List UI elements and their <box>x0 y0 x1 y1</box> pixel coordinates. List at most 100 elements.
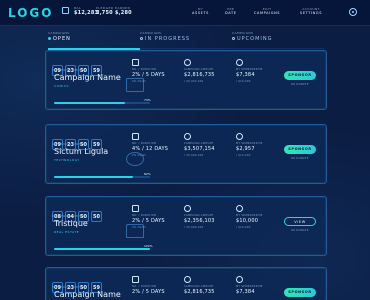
trend-icon <box>132 205 139 212</box>
campaign-progress <box>54 102 150 104</box>
campaign-category: TECHNOLOGY <box>54 158 80 162</box>
nav-account-settings[interactable]: ACCOUNT SETTINGS <box>300 7 322 15</box>
tab-upcoming-small: CAMPAIGNS <box>232 31 254 35</box>
campaign-name[interactable]: Tristique <box>54 219 88 228</box>
metric-my-sponsorship-sub: / $10,000 <box>236 154 251 157</box>
tab-upcoming-underline <box>232 48 324 49</box>
metric-my-sponsorship-label: MY SPONSORSHIP <box>236 285 263 288</box>
metric-my-sponsorship-value: $2,957 <box>236 146 255 152</box>
dollar-icon <box>184 59 191 66</box>
donate-link[interactable]: OR DONATE <box>291 229 309 232</box>
nav-edit-campaigns-value: CAMPAIGNS <box>254 11 281 15</box>
metric-campaign-amount-label: CAMPAIGN AMOUNT <box>184 214 214 217</box>
sponsor-button[interactable]: SPONSOR <box>284 288 316 297</box>
trend-icon <box>132 133 139 140</box>
metric-my-sponsorship-sub: / $10,000 <box>236 226 251 229</box>
nav-my-assets-value: ASSETS <box>192 11 210 15</box>
metric-campaign-amount: CAMPAIGN AMOUNT $3,507,154 / $5,000,000 <box>184 133 232 157</box>
campaign-category: COMICS <box>54 84 69 88</box>
trend-icon <box>132 59 139 66</box>
gear-icon[interactable] <box>349 8 357 16</box>
campaign-name[interactable]: Sictum Ligula <box>54 147 108 156</box>
logo[interactable]: LOGO <box>8 6 53 20</box>
metric-my-sponsorship-label: MY SPONSORSHIP <box>236 214 263 217</box>
metric-campaign-amount-label: CAMPAIGN AMOUNT <box>184 285 214 288</box>
campaign-tabs: CAMPAIGNS OPEN CAMPAIGNS IN PROGRESS CAM… <box>48 31 324 50</box>
metric-campaign-amount-label: CAMPAIGN AMOUNT <box>184 68 214 71</box>
metric-duration: NO. / DURATION 2% / 5 DAYS 2% DAILY <box>132 205 180 229</box>
tab-in-progress-small: CAMPAIGNS <box>140 31 162 35</box>
progress-percent: 74% <box>144 98 151 102</box>
heart-icon <box>236 59 243 66</box>
metric-campaign-amount-value: $2,356,103 <box>184 218 215 224</box>
tab-in-progress[interactable]: CAMPAIGNS IN PROGRESS <box>140 31 232 49</box>
metric-duration: NO. / DURATION 4% / 12 DAYS 2% DAILY <box>132 133 180 157</box>
metric-campaign-amount: CAMPAIGN AMOUNT $2,816,735 / $5,000,000 <box>184 59 232 83</box>
campaign-progress <box>54 176 150 178</box>
countdown-label: DAYS HOURS MIN SEC <box>52 215 85 218</box>
heart-icon <box>236 276 243 283</box>
metric-my-sponsorship-label: MY SPONSORSHIP <box>236 142 263 145</box>
view-button[interactable]: VIEW <box>284 217 316 226</box>
heart-icon <box>236 133 243 140</box>
dollar-icon <box>184 133 191 140</box>
metric-duration-label: NO. / DURATION <box>132 214 157 217</box>
tab-upcoming[interactable]: CAMPAIGNS UPCOMING <box>232 31 324 49</box>
nav-pre-date[interactable]: PRE DATE <box>225 7 237 15</box>
metric-my-sponsorship-value: $7,384 <box>236 72 255 78</box>
metric-duration-label: NO. / DURATION <box>132 68 157 71</box>
sponsor-button[interactable]: SPONSOR <box>284 71 316 80</box>
metric-duration-sub: 2% DAILY <box>132 154 147 157</box>
campaign-progress <box>54 248 150 250</box>
countdown-label: DAYS HOURS MIN SEC <box>52 286 85 289</box>
earned-stat: EARNED $,280 <box>115 6 132 16</box>
campaign-name[interactable]: Campaign Name <box>54 290 121 299</box>
metric-duration-value: 4% / 12 DAYS <box>132 146 169 152</box>
campaign-category: REAL ESTATE <box>54 230 80 234</box>
progress-percent: 102% <box>144 244 153 248</box>
progress-percent: 82% <box>144 172 151 176</box>
progress-fill <box>54 102 126 104</box>
tab-open-small: CAMPAIGNS <box>48 31 70 35</box>
metric-duration-sub: 2% DAILY <box>132 80 147 83</box>
metric-campaign-amount-value: $2,816,735 <box>184 72 215 78</box>
donate-link[interactable]: OR DONATE <box>291 83 309 86</box>
pledged-stat: PLEDGED 3,750 <box>96 6 114 16</box>
campaign-name[interactable]: Campaign Name <box>54 73 121 82</box>
metric-my-sponsorship-label: MY SPONSORSHIP <box>236 68 263 71</box>
dollar-icon <box>184 205 191 212</box>
tab-open[interactable]: CAMPAIGNS OPEN <box>48 31 140 50</box>
wallet-icon <box>62 7 69 14</box>
trend-icon <box>132 276 139 283</box>
top-bar: LOGO BAL $12,283 PLEDGED 3,750 EARNED $,… <box>0 0 370 26</box>
sponsor-button[interactable]: SPONSOR <box>284 145 316 154</box>
metric-campaign-amount: CAMPAIGN AMOUNT $2,816,735 <box>184 276 232 295</box>
metric-campaign-amount: CAMPAIGN AMOUNT $2,356,103 / $5,000,000 <box>184 205 232 229</box>
metric-my-sponsorship-sub: / $10,000 <box>236 80 251 83</box>
metric-duration-sub: 2% DAILY <box>132 226 147 229</box>
nav-pre-date-value: DATE <box>225 11 237 15</box>
dot-icon <box>232 37 235 40</box>
dollar-icon <box>184 276 191 283</box>
metric-my-sponsorship: MY SPONSORSHIP $7,384 / $10,000 <box>236 59 284 83</box>
metric-duration-value: 2% / 5 DAYS <box>132 72 165 78</box>
tab-upcoming-label: UPCOMING <box>237 36 273 42</box>
nav-my-assets[interactable]: MY ASSETS <box>192 7 209 15</box>
pledged-value: 3,750 <box>96 10 113 16</box>
campaign-card: 09 23 50 59 DAYS HOURS MIN SEC Campaign Nam… <box>45 50 327 110</box>
tab-in-progress-underline <box>140 48 232 49</box>
metric-campaign-amount-value: $2,816,735 <box>184 289 215 295</box>
metric-campaign-amount-sub: / $5,000,000 <box>184 154 204 157</box>
balance-stat: BAL $12,283 <box>74 6 98 16</box>
heart-icon <box>236 205 243 212</box>
progress-fill <box>54 176 133 178</box>
metric-my-sponsorship: MY SPONSORSHIP $2,957 / $10,000 <box>236 133 284 157</box>
nav-edit-campaigns[interactable]: EDIT CAMPAIGNS <box>254 7 280 15</box>
balance-value: $12,283 <box>74 10 99 16</box>
dot-icon <box>140 37 143 40</box>
metric-campaign-amount-sub: / $5,000,000 <box>184 226 204 229</box>
metric-campaign-amount-value: $3,507,154 <box>184 146 215 152</box>
donate-link[interactable]: OR DONATE <box>291 157 309 160</box>
earned-value: $,280 <box>115 10 132 16</box>
campaign-card: 09 23 50 59 DAYS HOURS MIN SEC Campaign Nam… <box>45 267 327 300</box>
